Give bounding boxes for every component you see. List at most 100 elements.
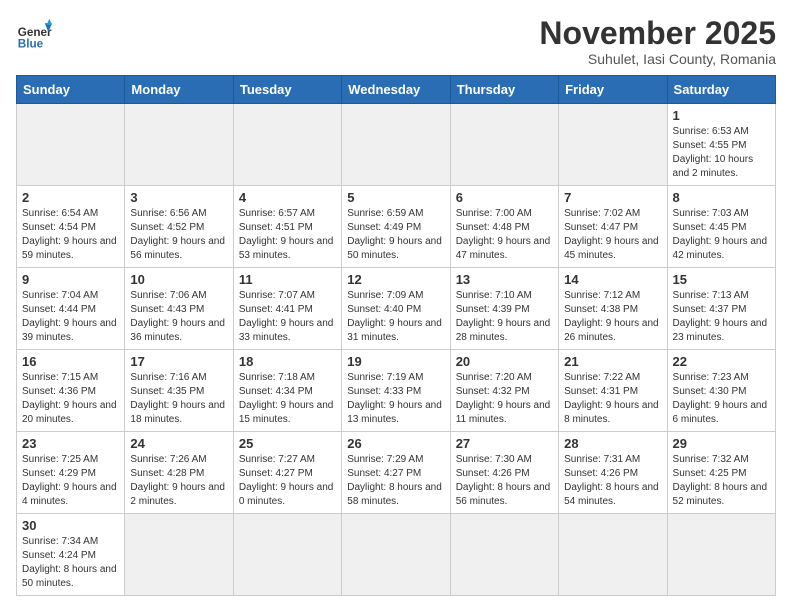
day-info: Sunrise: 7:23 AM Sunset: 4:30 PM Dayligh… bbox=[673, 371, 770, 427]
table-row bbox=[17, 104, 125, 186]
day-number: 14 bbox=[564, 272, 661, 287]
day-number: 22 bbox=[673, 354, 770, 369]
day-info: Sunrise: 7:29 AM Sunset: 4:27 PM Dayligh… bbox=[347, 453, 444, 509]
day-number: 15 bbox=[673, 272, 770, 287]
day-info: Sunrise: 7:12 AM Sunset: 4:38 PM Dayligh… bbox=[564, 289, 661, 345]
header-thursday: Thursday bbox=[450, 76, 558, 104]
day-info: Sunrise: 7:32 AM Sunset: 4:25 PM Dayligh… bbox=[673, 453, 770, 509]
day-number: 8 bbox=[673, 190, 770, 205]
header-saturday: Saturday bbox=[667, 76, 775, 104]
day-info: Sunrise: 7:18 AM Sunset: 4:34 PM Dayligh… bbox=[239, 371, 336, 427]
day-info: Sunrise: 6:59 AM Sunset: 4:49 PM Dayligh… bbox=[347, 207, 444, 263]
table-row: 9 Sunrise: 7:04 AM Sunset: 4:44 PM Daylig… bbox=[17, 268, 125, 350]
table-row bbox=[233, 514, 341, 596]
header-tuesday: Tuesday bbox=[233, 76, 341, 104]
table-row bbox=[667, 514, 775, 596]
day-info: Sunrise: 7:10 AM Sunset: 4:39 PM Dayligh… bbox=[456, 289, 553, 345]
day-info: Sunrise: 7:07 AM Sunset: 4:41 PM Dayligh… bbox=[239, 289, 336, 345]
day-number: 3 bbox=[130, 190, 227, 205]
header-wednesday: Wednesday bbox=[342, 76, 450, 104]
day-number: 13 bbox=[456, 272, 553, 287]
title-area: November 2025 Suhulet, Iasi County, Roma… bbox=[539, 16, 776, 67]
day-number: 12 bbox=[347, 272, 444, 287]
day-info: Sunrise: 7:04 AM Sunset: 4:44 PM Dayligh… bbox=[22, 289, 119, 345]
day-info: Sunrise: 6:56 AM Sunset: 4:52 PM Dayligh… bbox=[130, 207, 227, 263]
day-number: 10 bbox=[130, 272, 227, 287]
day-number: 29 bbox=[673, 436, 770, 451]
day-number: 2 bbox=[22, 190, 119, 205]
table-row: 27Sunrise: 7:30 AM Sunset: 4:26 PM Dayli… bbox=[450, 432, 558, 514]
table-row: 16Sunrise: 7:15 AM Sunset: 4:36 PM Dayli… bbox=[17, 350, 125, 432]
table-row bbox=[559, 514, 667, 596]
table-row: 2 Sunrise: 6:54 AM Sunset: 4:54 PM Daylig… bbox=[17, 186, 125, 268]
table-row bbox=[342, 104, 450, 186]
table-row: 13 Sunrise: 7:10 AM Sunset: 4:39 PM Dayli… bbox=[450, 268, 558, 350]
day-number: 23 bbox=[22, 436, 119, 451]
calendar-title: November 2025 bbox=[539, 16, 776, 51]
day-info: Sunrise: 7:06 AM Sunset: 4:43 PM Dayligh… bbox=[130, 289, 227, 345]
table-row: 24Sunrise: 7:26 AM Sunset: 4:28 PM Dayli… bbox=[125, 432, 233, 514]
day-info: Sunrise: 7:00 AM Sunset: 4:48 PM Dayligh… bbox=[456, 207, 553, 263]
table-row: 3 Sunrise: 6:56 AM Sunset: 4:52 PM Daylig… bbox=[125, 186, 233, 268]
day-number: 27 bbox=[456, 436, 553, 451]
day-number: 1 bbox=[673, 108, 770, 123]
day-info: Sunrise: 7:13 AM Sunset: 4:37 PM Dayligh… bbox=[673, 289, 770, 345]
day-info: Sunrise: 7:19 AM Sunset: 4:33 PM Dayligh… bbox=[347, 371, 444, 427]
table-row: 21Sunrise: 7:22 AM Sunset: 4:31 PM Dayli… bbox=[559, 350, 667, 432]
table-row: 20 Sunrise: 7:20 AM Sunset: 4:32 PM Dayli… bbox=[450, 350, 558, 432]
calendar-table: Sunday Monday Tuesday Wednesday Thursday… bbox=[16, 75, 776, 596]
table-row: 6 Sunrise: 7:00 AM Sunset: 4:48 PM Daylig… bbox=[450, 186, 558, 268]
day-info: Sunrise: 7:25 AM Sunset: 4:29 PM Dayligh… bbox=[22, 453, 119, 509]
table-row: 14 Sunrise: 7:12 AM Sunset: 4:38 PM Dayli… bbox=[559, 268, 667, 350]
table-row: 10 Sunrise: 7:06 AM Sunset: 4:43 PM Dayli… bbox=[125, 268, 233, 350]
day-info: Sunrise: 7:02 AM Sunset: 4:47 PM Dayligh… bbox=[564, 207, 661, 263]
day-info: Sunrise: 7:09 AM Sunset: 4:40 PM Dayligh… bbox=[347, 289, 444, 345]
table-row: 11 Sunrise: 7:07 AM Sunset: 4:41 PM Dayli… bbox=[233, 268, 341, 350]
table-row: 7 Sunrise: 7:02 AM Sunset: 4:47 PM Daylig… bbox=[559, 186, 667, 268]
day-number: 5 bbox=[347, 190, 444, 205]
day-number: 9 bbox=[22, 272, 119, 287]
day-info: Sunrise: 7:31 AM Sunset: 4:26 PM Dayligh… bbox=[564, 453, 661, 509]
table-row bbox=[450, 514, 558, 596]
table-row: 1 Sunrise: 6:53 AM Sunset: 4:55 PM Daylig… bbox=[667, 104, 775, 186]
header-sunday: Sunday bbox=[17, 76, 125, 104]
day-number: 30 bbox=[22, 518, 119, 533]
day-number: 11 bbox=[239, 272, 336, 287]
table-row: 28 Sunrise: 7:31 AM Sunset: 4:26 PM Dayli… bbox=[559, 432, 667, 514]
table-row: 26Sunrise: 7:29 AM Sunset: 4:27 PM Dayli… bbox=[342, 432, 450, 514]
table-row: 23 Sunrise: 7:25 AM Sunset: 4:29 PM Dayli… bbox=[17, 432, 125, 514]
table-row: 30 Sunrise: 7:34 AM Sunset: 4:24 PM Dayli… bbox=[17, 514, 125, 596]
day-number: 28 bbox=[564, 436, 661, 451]
table-row: 17Sunrise: 7:16 AM Sunset: 4:35 PM Dayli… bbox=[125, 350, 233, 432]
table-row bbox=[233, 104, 341, 186]
table-row: 19 Sunrise: 7:19 AM Sunset: 4:33 PM Dayli… bbox=[342, 350, 450, 432]
day-number: 6 bbox=[456, 190, 553, 205]
day-number: 4 bbox=[239, 190, 336, 205]
day-info: Sunrise: 7:20 AM Sunset: 4:32 PM Dayligh… bbox=[456, 371, 553, 427]
table-row bbox=[125, 514, 233, 596]
table-row: 15 Sunrise: 7:13 AM Sunset: 4:37 PM Dayli… bbox=[667, 268, 775, 350]
table-row bbox=[559, 104, 667, 186]
table-row: 29 Sunrise: 7:32 AM Sunset: 4:25 PM Dayli… bbox=[667, 432, 775, 514]
table-row bbox=[342, 514, 450, 596]
table-row bbox=[125, 104, 233, 186]
day-info: Sunrise: 7:27 AM Sunset: 4:27 PM Dayligh… bbox=[239, 453, 336, 509]
day-info: Sunrise: 7:03 AM Sunset: 4:45 PM Dayligh… bbox=[673, 207, 770, 263]
day-number: 19 bbox=[347, 354, 444, 369]
day-info: Sunrise: 7:34 AM Sunset: 4:24 PM Dayligh… bbox=[22, 535, 119, 591]
day-number: 7 bbox=[564, 190, 661, 205]
day-number: 24 bbox=[130, 436, 227, 451]
day-number: 18 bbox=[239, 354, 336, 369]
table-row: 12 Sunrise: 7:09 AM Sunset: 4:40 PM Dayli… bbox=[342, 268, 450, 350]
day-number: 16 bbox=[22, 354, 119, 369]
day-info: Sunrise: 6:53 AM Sunset: 4:55 PM Dayligh… bbox=[673, 125, 770, 181]
day-info: Sunrise: 6:54 AM Sunset: 4:54 PM Dayligh… bbox=[22, 207, 119, 263]
header-monday: Monday bbox=[125, 76, 233, 104]
day-info: Sunrise: 7:22 AM Sunset: 4:31 PM Dayligh… bbox=[564, 371, 661, 427]
page-header: General Blue November 2025 Suhulet, Iasi… bbox=[16, 16, 776, 67]
table-row: 25Sunrise: 7:27 AM Sunset: 4:27 PM Dayli… bbox=[233, 432, 341, 514]
day-number: 20 bbox=[456, 354, 553, 369]
table-row: 8 Sunrise: 7:03 AM Sunset: 4:45 PM Daylig… bbox=[667, 186, 775, 268]
calendar-subtitle: Suhulet, Iasi County, Romania bbox=[539, 51, 776, 67]
table-row: 18 Sunrise: 7:18 AM Sunset: 4:34 PM Dayli… bbox=[233, 350, 341, 432]
